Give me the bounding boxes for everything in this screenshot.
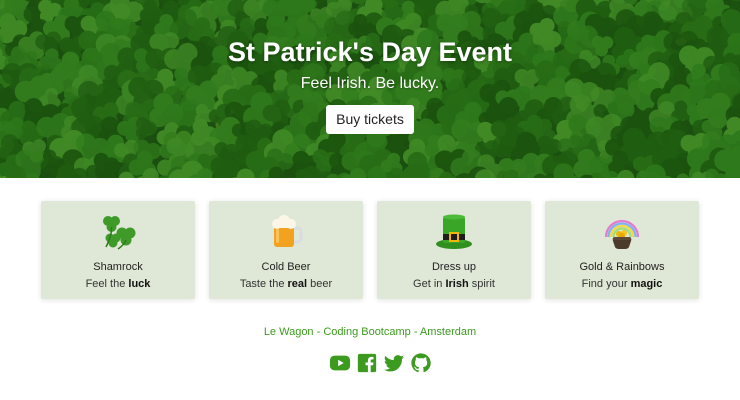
hero-banner: St Patrick's Day Event Feel Irish. Be lu… bbox=[0, 0, 740, 178]
youtube-icon[interactable] bbox=[329, 352, 351, 374]
page-title: St Patrick's Day Event bbox=[227, 37, 513, 67]
card-text-plain: Find your bbox=[581, 278, 631, 290]
hero-subtitle: Feel Irish. Be lucky. bbox=[300, 75, 440, 92]
pot-of-gold-rainbow-icon bbox=[604, 219, 640, 249]
footer: Le Wagon - Coding Bootcamp - Amsterdam bbox=[0, 325, 740, 373]
card-shamrock: Shamrock Feel the luck bbox=[41, 201, 195, 299]
card-title: Shamrock bbox=[93, 261, 143, 273]
beer-mug-icon bbox=[272, 215, 303, 247]
hero-content: St Patrick's Day Event Feel Irish. Be lu… bbox=[0, 36, 740, 134]
card-gold-rainbows: Gold & Rainbows Find your magic bbox=[545, 201, 699, 299]
card-text-plain: Feel the bbox=[85, 278, 129, 290]
social-links bbox=[329, 352, 433, 374]
card-text-plain: beer bbox=[307, 278, 333, 290]
buy-tickets-button[interactable]: Buy tickets bbox=[326, 105, 414, 134]
feature-cards: Shamrock Feel the luck Cold Beer Taste t… bbox=[41, 201, 699, 299]
twitter-icon[interactable] bbox=[383, 352, 405, 374]
footer-credit: Le Wagon - Coding Bootcamp - Amsterdam bbox=[263, 326, 477, 338]
card-text: Find your magic bbox=[545, 277, 699, 291]
card-text-bold: magic bbox=[630, 278, 663, 290]
card-title: Cold Beer bbox=[261, 261, 311, 273]
facebook-icon[interactable] bbox=[356, 352, 378, 374]
card-cold-beer: Cold Beer Taste the real beer bbox=[209, 201, 363, 299]
card-text-plain: Taste the bbox=[239, 278, 288, 290]
card-text-bold: luck bbox=[128, 278, 151, 290]
leprechaun-hat-icon bbox=[436, 214, 472, 249]
card-text: Feel the luck bbox=[41, 277, 195, 291]
github-icon[interactable] bbox=[410, 352, 432, 374]
card-dress-up: Dress up Get in Irish spirit bbox=[377, 201, 531, 299]
card-text-plain: spirit bbox=[468, 278, 495, 290]
card-title: Gold & Rainbows bbox=[579, 261, 665, 273]
card-text: Get in Irish spirit bbox=[377, 277, 531, 291]
card-text-plain: Get in bbox=[413, 278, 446, 290]
card-text-bold: Irish bbox=[445, 278, 469, 290]
shamrock-icon bbox=[103, 216, 136, 250]
card-title: Dress up bbox=[431, 261, 477, 273]
card-text-bold: real bbox=[287, 278, 308, 290]
card-text: Taste the real beer bbox=[209, 277, 363, 291]
